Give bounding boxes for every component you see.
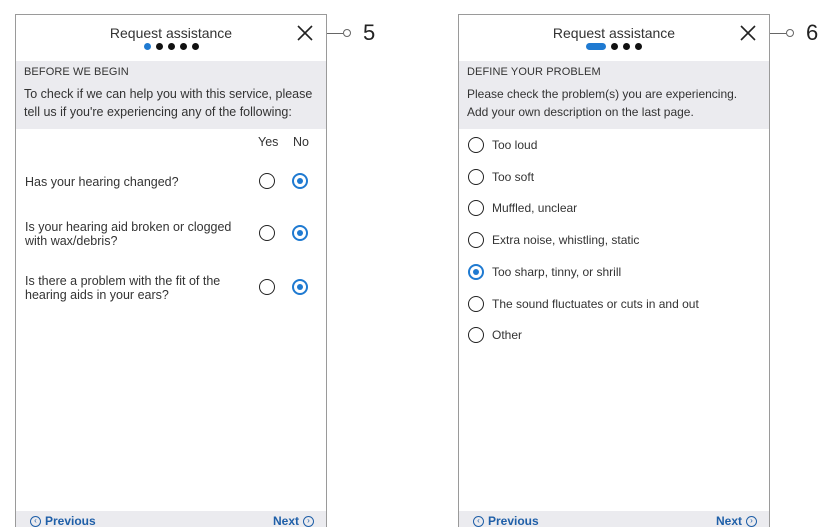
page-indicator — [459, 43, 769, 50]
answer-column-headers: Yes No — [16, 129, 326, 151]
radio-unchecked[interactable] — [468, 232, 484, 249]
problem-option[interactable]: Other — [468, 325, 522, 345]
question-text: Has your hearing changed? — [25, 175, 179, 189]
problem-option[interactable]: Too loud — [468, 135, 537, 155]
chevron-left-circle-icon: ‹ — [30, 515, 41, 527]
callout-number: 6 — [806, 20, 819, 45]
screen-title: Request assistance — [109, 25, 233, 41]
problem-option[interactable]: Extra noise, whistling, static — [468, 230, 639, 250]
chevron-left-circle-icon: ‹ — [473, 515, 484, 527]
problem-option-label: Too sharp, tinny, or shrill — [492, 264, 622, 279]
page-indicator — [16, 43, 326, 50]
next-button[interactable]: Next › — [716, 514, 757, 527]
yes-radio[interactable] — [259, 173, 275, 189]
problem-option-label: Muffled, unclear — [492, 201, 578, 216]
radio-unchecked[interactable] — [468, 168, 484, 185]
section-description: Please check the problem(s) you are expe… — [467, 87, 738, 119]
page-dot — [167, 43, 175, 50]
top-bar: Request assistance — [459, 15, 769, 61]
problem-option-label: Too soft — [492, 169, 535, 184]
screen-define-your-problem: Request assistance DEFINE YOUR PROBLEM P… — [458, 14, 770, 527]
top-bar: Request assistance — [16, 15, 326, 61]
next-label: Next — [272, 514, 299, 527]
problem-option-label: Too loud — [492, 138, 538, 152]
problem-option[interactable]: Too sharp, tinny, or shrill — [468, 262, 621, 282]
yes-column-header: Yes — [258, 135, 279, 149]
page-dot — [623, 43, 630, 50]
page-dot-active — [586, 43, 606, 50]
yes-radio[interactable] — [259, 225, 275, 241]
problem-option-label: Other — [492, 328, 523, 343]
page-dot-active — [143, 43, 151, 50]
callout-number: 5 — [363, 20, 376, 45]
no-radio[interactable] — [292, 279, 308, 295]
previous-label: Previous — [45, 514, 96, 527]
page-dot — [155, 43, 163, 50]
question-text: Is there a problem with the fit of the h… — [25, 274, 221, 302]
radio-unchecked[interactable] — [468, 295, 484, 312]
next-label: Next — [715, 514, 742, 527]
problem-option-label: The sound fluctuates or cuts in and out — [492, 296, 699, 311]
no-radio[interactable] — [292, 225, 308, 241]
chevron-right-circle-icon: › — [303, 515, 314, 527]
page-dot — [611, 43, 618, 50]
radio-unchecked[interactable] — [468, 200, 484, 217]
radio-unchecked[interactable] — [468, 137, 484, 153]
problem-option[interactable]: Muffled, unclear — [468, 198, 577, 218]
intro-section: DEFINE YOUR PROBLEM Please check the pro… — [459, 61, 769, 129]
radio-unchecked[interactable] — [468, 327, 484, 344]
section-description: To check if we can help you with this se… — [24, 87, 313, 119]
yes-radio[interactable] — [259, 279, 275, 295]
previous-label: Previous — [488, 514, 539, 527]
section-heading: DEFINE YOUR PROBLEM — [467, 66, 601, 78]
previous-button[interactable]: ‹ Previous — [473, 514, 539, 527]
close-icon[interactable] — [294, 22, 316, 44]
bottom-nav: ‹ Previous Next › — [459, 511, 769, 527]
question-text: Is your hearing aid broken or clogged wi… — [25, 220, 232, 248]
page-dot — [635, 43, 642, 50]
screen-title: Request assistance — [552, 25, 676, 41]
next-button[interactable]: Next › — [273, 514, 314, 527]
problem-option-label: Extra noise, whistling, static — [492, 233, 640, 248]
bottom-nav: ‹ Previous Next › — [16, 511, 326, 527]
screen-before-we-begin: Request assistance BEFORE WE BEGIN To ch… — [15, 14, 327, 527]
page-dot — [191, 43, 199, 50]
page-dot — [179, 43, 187, 50]
problem-option[interactable]: The sound fluctuates or cuts in and out — [468, 294, 699, 314]
no-radio[interactable] — [292, 173, 308, 189]
previous-button[interactable]: ‹ Previous — [30, 514, 96, 527]
chevron-right-circle-icon: › — [746, 515, 757, 527]
close-icon[interactable] — [737, 22, 759, 44]
section-heading: BEFORE WE BEGIN — [24, 66, 129, 78]
intro-section: BEFORE WE BEGIN To check if we can help … — [16, 61, 326, 129]
problem-option[interactable]: Too soft — [468, 167, 534, 187]
no-column-header: No — [293, 135, 309, 149]
radio-checked[interactable] — [468, 263, 484, 280]
